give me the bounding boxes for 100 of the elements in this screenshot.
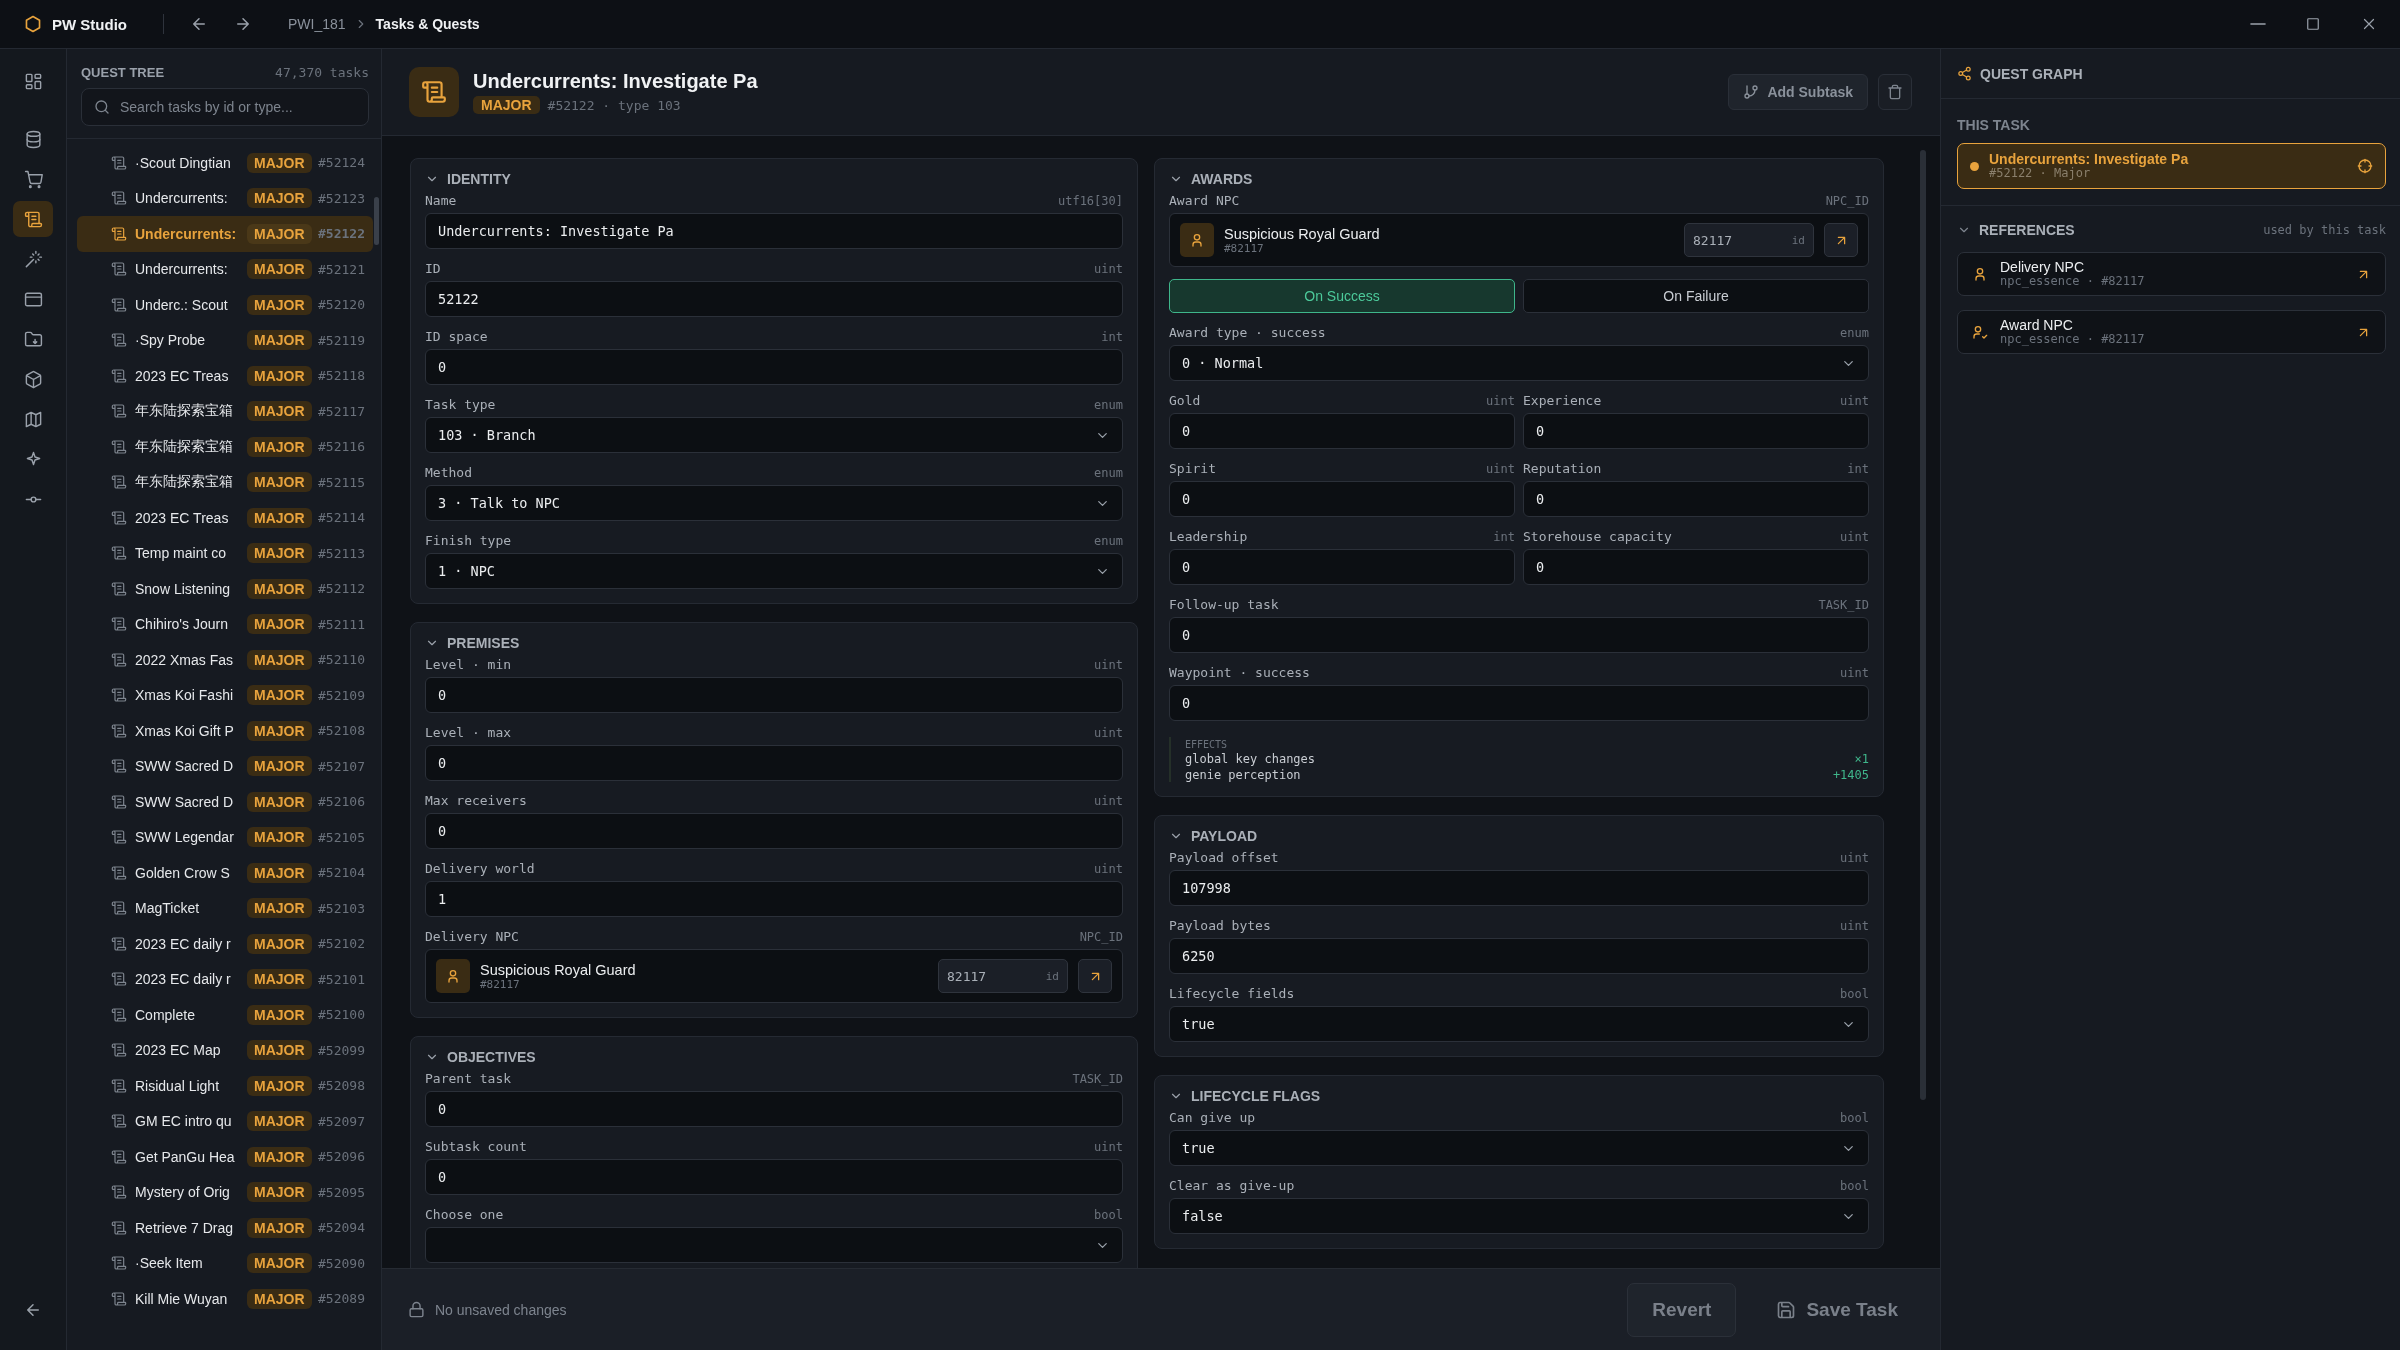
tree-item[interactable]: Underc.: Scout MAJOR #52120 [77,287,373,323]
add-subtask-button[interactable]: Add Subtask [1728,74,1868,110]
field-label: Task type [425,397,496,412]
field-label: Storehouse capacity [1523,529,1672,544]
text-field[interactable]: 0 [1169,481,1515,517]
id-field[interactable]: 82117 id [1684,223,1814,257]
tab[interactable]: On Failure [1523,279,1869,313]
tree-item[interactable]: 2022 Xmas Fas MAJOR #52110 [77,642,373,678]
text-field[interactable]: 0 [1523,481,1869,517]
effect-value: +1405 [1832,768,1869,782]
tree-item[interactable]: Get PanGu Hea MAJOR #52096 [77,1139,373,1175]
tree-item[interactable]: 2023 EC Treas MAJOR #52114 [77,500,373,536]
field-label: Payload bytes [1169,918,1271,933]
rail-button[interactable] [13,201,53,237]
text-field[interactable]: 0 [1169,413,1515,449]
tree-item[interactable]: 年东陆探索宝箱 MAJOR #52116 [77,429,373,465]
task-name: 2023 EC Treas [135,367,230,384]
tree-item[interactable]: ·Scout Dingtian MAJOR #52124 [77,145,373,181]
field-label: Payload offset [1169,850,1279,865]
tree-item[interactable]: Undercurrents: MAJOR #52122 [77,216,373,252]
tree-item[interactable]: SWW Legendar MAJOR #52105 [77,819,373,855]
reference-item[interactable]: Award NPC npc_essence · #82117 [1957,310,2386,354]
select-field[interactable]: 1 · NPC [425,553,1123,589]
tree-item[interactable]: Chihiro's Journ MAJOR #52111 [77,606,373,642]
tree-item[interactable]: 2023 EC Treas MAJOR #52118 [77,358,373,394]
text-field[interactable]: 0 [1523,549,1869,585]
tree-item[interactable]: 2023 EC daily r MAJOR #52102 [77,926,373,962]
task-id: #52122 [318,226,365,242]
select-field[interactable]: false [1169,1198,1869,1234]
text-field[interactable]: 0 [1523,413,1869,449]
text-field[interactable]: 0 [425,349,1123,385]
text-field[interactable]: 6250 [1169,938,1869,974]
tree-item[interactable]: SWW Sacred D MAJOR #52107 [77,748,373,784]
tree-item[interactable]: Golden Crow S MAJOR #52104 [77,855,373,891]
tree-item[interactable]: ·Spy Probe MAJOR #52119 [77,322,373,358]
tree-item[interactable]: Undercurrents: MAJOR #52121 [77,251,373,287]
field-label: Choose one [425,1207,504,1222]
scroll-icon [111,367,127,384]
text-field[interactable]: 0 [1169,549,1515,585]
text-field[interactable]: 0 [425,677,1123,713]
tree-item[interactable]: Risidual Light MAJOR #52098 [77,1068,373,1104]
tree-item[interactable]: Xmas Koi Gift P MAJOR #52108 [77,713,373,749]
tree-item[interactable]: Snow Listening MAJOR #52112 [77,571,373,607]
text-field[interactable]: 0 [425,745,1123,781]
priority-badge: MAJOR [247,152,312,173]
tree-item[interactable]: GM EC intro qu MAJOR #52097 [77,1103,373,1139]
tree-item[interactable]: Undercurrents: MAJOR #52123 [77,180,373,216]
tree-item[interactable]: Mystery of Orig MAJOR #52095 [77,1174,373,1210]
search-field[interactable]: Search tasks by id or type... [81,88,369,126]
scroll-icon [111,438,127,455]
tree-item[interactable]: 2023 EC Map MAJOR #52099 [77,1032,373,1068]
select-field[interactable]: 0 · Normal [1169,345,1869,381]
select-field[interactable]: 103 · Branch [425,417,1123,453]
text-field[interactable]: 0 [425,813,1123,849]
task-name: Risidual Light [135,1077,221,1094]
current-task-card[interactable]: Undercurrents: Investigate Pa #52122 · Major [1957,143,2386,189]
text-field[interactable]: 0 [1169,685,1869,721]
reference-item[interactable]: Delivery NPC npc_essence · #82117 [1957,252,2386,296]
task-name: 2023 EC daily r [135,935,232,952]
delete-button[interactable] [1878,74,1912,110]
tree-item[interactable]: Kill Mie Wuyan MAJOR #52089 [77,1281,373,1317]
text-field[interactable]: 0 [1169,617,1869,653]
tree-item[interactable]: Retrieve 7 Drag MAJOR #52094 [77,1210,373,1246]
app-logo-icon [24,15,42,33]
tree-item[interactable]: MagTicket MAJOR #52103 [77,890,373,926]
text-field[interactable]: 1 [425,881,1123,917]
select-field[interactable]: true [1169,1130,1869,1166]
breadcrumb-link[interactable]: PWI_181 [288,16,346,32]
task-id: #52096 [318,1149,365,1165]
task-name: ·Seek Item [135,1255,204,1272]
tab[interactable]: On Success [1169,279,1515,313]
field-type: enum [1094,534,1123,548]
priority-badge: MAJOR [247,1075,312,1096]
text-field[interactable]: 52122 [425,281,1123,317]
select-field[interactable]: true [1169,1006,1869,1042]
effect-name: global key changes [1185,752,1316,766]
id-field[interactable]: 82117 id [938,959,1068,993]
scroll-icon [111,864,127,881]
scroll-icon [111,651,127,668]
tree-item[interactable]: Temp maint co MAJOR #52113 [77,535,373,571]
tree-item[interactable]: 年东陆探索宝箱 MAJOR #52117 [77,393,373,429]
text-field[interactable]: 0 [425,1159,1123,1195]
task-id: #52103 [318,900,365,916]
tree-item[interactable]: SWW Sacred D MAJOR #52106 [77,784,373,820]
priority-badge: MAJOR [247,1040,312,1061]
text-field[interactable]: 0 [425,1091,1123,1127]
select-field[interactable] [425,1227,1123,1263]
tree-item[interactable]: Xmas Koi Fashi MAJOR #52109 [77,677,373,713]
tree-item[interactable]: Complete MAJOR #52100 [77,997,373,1033]
task-id: #52099 [318,1042,365,1058]
task-id: #52106 [318,794,365,810]
task-name: Mystery of Orig [135,1184,231,1201]
tree-item[interactable]: 2023 EC daily r MAJOR #52101 [77,961,373,997]
tree-item[interactable]: ·Seek Item MAJOR #52090 [77,1245,373,1281]
select-field[interactable]: 3 · Talk to NPC [425,485,1123,521]
task-title: Undercurrents: Investigate Pa [1989,152,2190,167]
text-field[interactable]: Undercurrents: Investigate Pa [425,213,1123,249]
text-field[interactable]: 107998 [1169,870,1869,906]
tree-item[interactable]: 年东陆探索宝箱 MAJOR #52115 [77,464,373,500]
reference-meta: npc_essence · #82117 [2000,333,2146,346]
